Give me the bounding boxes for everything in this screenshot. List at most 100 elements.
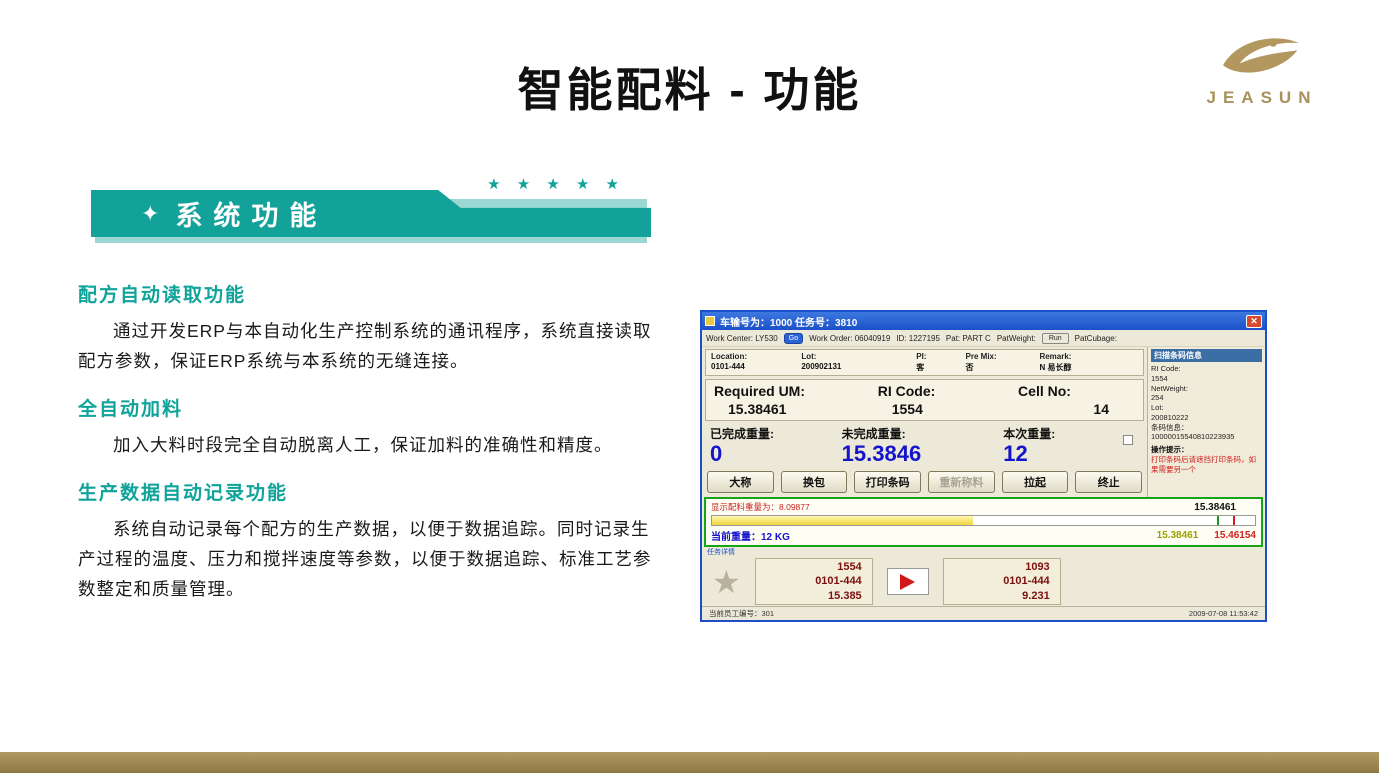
star-icon: ★ [712, 567, 741, 597]
progress-display-label: 显示配料重量为：8.09877 [711, 501, 810, 513]
pat-weight-label: PatWeight: [997, 334, 1036, 343]
run-button[interactable]: Run [1042, 333, 1069, 344]
done-weight-value: 0 [710, 442, 842, 465]
premix-label: Pre Mix: [966, 352, 1040, 361]
banner: ✦ 系统功能 [91, 190, 651, 237]
employee-id-status: 当前员工编号：301 [709, 608, 774, 619]
ri-code-label: RI Code: [878, 383, 1018, 399]
app-main-row: Location: Lot: PI: Pre Mix: Remark: 0101… [702, 347, 1265, 497]
done-weight: 已完成重量: 0 [710, 425, 842, 465]
section-body-autofeed: 加入大料时段完全自动脱离人工，保证加料的准确性和精度。 [78, 430, 666, 460]
stars-decoration: ★ ★ ★ ★ ★ [487, 175, 625, 193]
required-um-label: Required UM: [714, 383, 878, 399]
current-weight-readout: 当前重量：12 KG [711, 528, 790, 543]
sidebar-barcode-value: 10000015540810223935 [1151, 432, 1262, 442]
go-button[interactable]: Go [784, 333, 803, 344]
barcode-sidebar-header: 扫描条码信息 [1151, 349, 1262, 362]
content-column: 配方自动读取功能 通过开发ERP与本自动化生产控制系统的通讯程序，系统直接读取配… [78, 262, 666, 605]
section-banner: ✦ 系统功能 ★ ★ ★ ★ ★ [91, 190, 651, 246]
datetime-status: 2009-07-08 11:53:42 [1189, 609, 1258, 618]
sidebar-ri-value: 1554 [1151, 374, 1262, 384]
section-heading-autofeed: 全自动加料 [78, 394, 666, 421]
progress-top-row: 显示配料重量为：8.09877 15.38461 [711, 501, 1256, 513]
lot-label: Lot: [801, 352, 916, 361]
app-window: 车输号为：1000 任务号：3810 ✕ Work Center: LY530 … [700, 310, 1267, 622]
section-body-recipe: 通过开发ERP与本自动化生产控制系统的通讯程序，系统直接读取配方参数，保证ERP… [78, 316, 666, 376]
app-toolbar: Work Center: LY530 Go Work Order: 060409… [702, 330, 1265, 347]
item-code: 1554 [766, 560, 862, 574]
target-tick-green [1217, 516, 1219, 525]
cell-no-label: Cell No: [1018, 383, 1135, 399]
slide: 智能配料 - 功能 JEASUN ✦ 系统功能 ★ ★ ★ ★ ★ 配方自动读取… [0, 0, 1379, 773]
item-code: 1093 [954, 560, 1050, 574]
remaining-weight-label: 未完成重量: [842, 425, 1004, 442]
progress-panel: 显示配料重量为：8.09877 15.38461 当前重量：12 KG 15.3… [704, 497, 1263, 547]
button-print-barcode[interactable]: 打印条码 [854, 471, 921, 493]
jeasun-logo: JEASUN [1197, 30, 1327, 108]
remaining-weight: 未完成重量: 15.3846 [842, 425, 1004, 465]
work-order-label: Work Order: 06040919 [809, 334, 890, 343]
barcode-sidebar: 扫描条码信息 RI Code: 1554 NetWeight: 254 Lot:… [1147, 347, 1265, 497]
item-weight: 15.385 [766, 589, 862, 603]
app-statusbar: 当前员工编号：301 2009-07-08 11:53:42 [702, 606, 1265, 620]
task-detail-label: 任务详情 [702, 547, 1265, 557]
section-heading-recipe: 配方自动读取功能 [78, 280, 666, 307]
app-main-left: Location: Lot: PI: Pre Mix: Remark: 0101… [702, 347, 1147, 497]
logo-swoosh-icon [1212, 69, 1312, 86]
progress-mid-value: 15.38461 [1157, 530, 1199, 541]
location-value: 0101-444 [711, 362, 801, 373]
action-buttons-row: 大称 换包 打印条码 重新称料 拉起 终止 [705, 469, 1144, 495]
weights-row: 已完成重量: 0 未完成重量: 15.3846 本次重量: 12 [705, 424, 1144, 466]
work-center-label: Work Center: LY530 [706, 334, 778, 343]
pi-label: PI: [916, 352, 965, 361]
lot-value: 200902131 [801, 362, 916, 373]
logo-text: JEASUN [1197, 88, 1327, 108]
cell-no-value: 14 [1018, 401, 1135, 417]
task-items-row: ★ 1554 0101-444 15.385 1093 0101-444 9.2… [702, 557, 1265, 606]
section-heading-datarecord: 生产数据自动记录功能 [78, 478, 666, 505]
button-stop[interactable]: 终止 [1075, 471, 1142, 493]
progress-bottom-row: 当前重量：12 KG 15.38461 15.46154 [711, 528, 1256, 543]
page-title: 智能配料 - 功能 [0, 54, 1379, 120]
item-location: 0101-444 [954, 574, 1050, 588]
sidebar-hint-text: 打印条码后请遮挡打印条码，如果需要另一个 [1151, 455, 1262, 475]
button-big-scale[interactable]: 大称 [707, 471, 774, 493]
close-button[interactable]: ✕ [1246, 315, 1262, 328]
item-weight: 9.231 [954, 589, 1050, 603]
ri-code-value: 1554 [878, 401, 1018, 417]
remark-label: Remark: [1039, 352, 1138, 361]
progress-bar [711, 515, 1256, 526]
task-item-current: 1554 0101-444 15.385 [755, 558, 873, 605]
play-icon [900, 574, 915, 590]
progress-fill [712, 516, 973, 525]
id-label: ID: 1227195 [896, 334, 940, 343]
sidebar-lot-label: Lot: [1151, 403, 1262, 413]
current-weight-value: 12 [1003, 442, 1123, 465]
current-weight-label: 本次重量: [1003, 425, 1123, 442]
button-reweigh[interactable]: 重新称料 [928, 471, 995, 493]
button-change-pack[interactable]: 换包 [781, 471, 848, 493]
progress-max-value: 15.46154 [1214, 530, 1256, 541]
app-icon [705, 316, 715, 326]
sidebar-net-label: NetWeight: [1151, 384, 1262, 394]
done-weight-label: 已完成重量: [710, 425, 842, 442]
location-label: Location: [711, 352, 801, 361]
sidebar-ri-label: RI Code: [1151, 364, 1262, 374]
play-button[interactable] [887, 568, 929, 595]
current-weight: 本次重量: 12 [1003, 425, 1123, 465]
progress-limit-values: 15.38461 15.46154 [1157, 530, 1256, 541]
button-pull-up[interactable]: 拉起 [1002, 471, 1069, 493]
required-um-value: 15.38461 [714, 401, 878, 417]
sidebar-hint-label: 操作提示： [1151, 444, 1262, 455]
pat-cubage-label: PatCubage: [1075, 334, 1117, 343]
weight-checkbox[interactable] [1123, 435, 1133, 445]
sidebar-lot-value: 200810222 [1151, 413, 1262, 423]
remaining-weight-value: 15.3846 [842, 442, 1004, 465]
pi-value: 客 [916, 362, 965, 373]
app-titlebar: 车输号为：1000 任务号：3810 ✕ [702, 312, 1265, 330]
required-panel: Required UM: RI Code: Cell No: 15.38461 … [705, 379, 1144, 421]
section-body-datarecord: 系统自动记录每个配方的生产数据，以便于数据追踪。同时记录生产过程的温度、压力和搅… [78, 514, 666, 604]
item-location: 0101-444 [766, 574, 862, 588]
sidebar-barcode-label: 条码信息： [1151, 423, 1262, 433]
job-info-panel: Location: Lot: PI: Pre Mix: Remark: 0101… [705, 349, 1144, 376]
